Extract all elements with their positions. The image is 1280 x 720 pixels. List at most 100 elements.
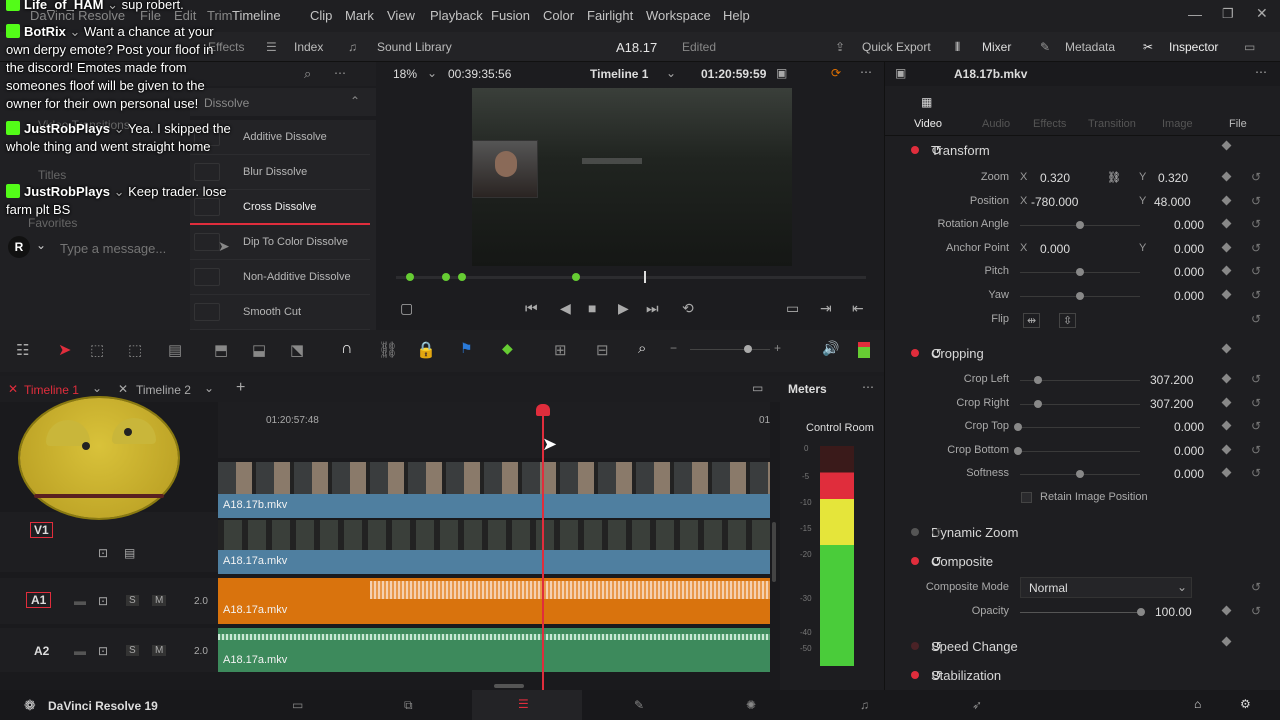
tab-file[interactable]: File	[1229, 118, 1247, 130]
send-icon[interactable]: ➤	[218, 238, 230, 255]
track-label-a2[interactable]: A2	[34, 644, 49, 658]
horizontal-scrollbar[interactable]	[494, 684, 524, 688]
tab-video[interactable]: Video	[914, 118, 942, 130]
marker-icon[interactable]	[406, 273, 414, 281]
timeline-ruler[interactable]: 01:20:57:48 01	[218, 402, 770, 458]
reset-icon[interactable]: ↺	[1251, 396, 1261, 410]
section-stabilization[interactable]: Stabilization ↺	[885, 661, 1271, 689]
more-icon[interactable]: ⋯	[860, 65, 872, 79]
zoom-x-field[interactable]: 0.320	[1040, 171, 1070, 185]
inspector-icon[interactable]: ✂	[1143, 40, 1153, 54]
marker-icon[interactable]: ◆	[502, 340, 513, 357]
section-cropping[interactable]: Cropping ↺	[885, 339, 1271, 367]
softness-field[interactable]: 0.000	[1174, 467, 1204, 481]
reset-icon[interactable]: ↺	[931, 143, 942, 159]
flag-icon[interactable]: ⚑	[460, 340, 473, 357]
reset-icon[interactable]: ↺	[1251, 604, 1261, 618]
reset-icon[interactable]: ↺	[1251, 264, 1261, 278]
chat-input[interactable]	[60, 237, 236, 259]
reset-icon[interactable]: ↺	[1251, 372, 1261, 386]
reset-icon[interactable]: ↺	[1251, 241, 1261, 255]
index-button[interactable]: Index	[294, 40, 323, 54]
rotation-slider[interactable]	[1076, 221, 1084, 229]
zoom-detail-icon[interactable]: ⊟	[596, 341, 609, 359]
position-x-field[interactable]: -780.000	[1031, 195, 1078, 209]
reset-icon[interactable]: ↺	[1251, 194, 1261, 208]
opacity-field[interactable]: 100.00	[1155, 605, 1192, 619]
export-icon[interactable]: ⇪	[835, 40, 845, 54]
zoom-full-icon[interactable]: ⊞	[554, 341, 567, 359]
keyframe-icon[interactable]	[1221, 218, 1232, 229]
section-composite[interactable]: Composite ↺	[885, 547, 1271, 575]
zoom-level[interactable]: 18%	[393, 67, 417, 81]
keyframe-icon[interactable]	[1221, 343, 1232, 354]
tab-audio[interactable]: Audio	[982, 118, 1010, 130]
softness-slider[interactable]	[1076, 470, 1084, 478]
color-page-icon[interactable]: ✺	[746, 698, 756, 712]
crop-left-field[interactable]: 307.200	[1150, 373, 1193, 387]
chevron-down-icon[interactable]: ⌄	[204, 381, 214, 395]
link-icon[interactable]: ⛓	[1107, 171, 1121, 184]
menu-mark[interactable]: Mark	[345, 8, 374, 23]
anchor-x-field[interactable]: 0.000	[1040, 242, 1070, 256]
menu-playback[interactable]: Playback	[430, 8, 483, 23]
enable-dot-icon[interactable]	[911, 349, 919, 357]
reset-icon[interactable]: ↺	[931, 554, 942, 570]
search-icon[interactable]: ⌕	[304, 66, 311, 82]
snapping-icon[interactable]: ∩	[341, 340, 353, 358]
position-y-field[interactable]: 48.000	[1154, 195, 1191, 209]
track-lock-icon[interactable]: ▬	[74, 644, 86, 658]
sync-icon[interactable]: ⟳	[831, 66, 841, 80]
skip-to-end-icon[interactable]: ⏭	[646, 300, 659, 317]
insert-icon[interactable]: ⬒	[214, 341, 228, 359]
selection-tool-icon[interactable]: ➤	[58, 340, 71, 360]
media-page-icon[interactable]: ▭	[292, 698, 303, 712]
track-visibility-icon[interactable]: ▤	[124, 546, 135, 560]
marker-icon[interactable]	[458, 273, 466, 281]
tab-timeline-1[interactable]: Timeline 1	[24, 383, 79, 397]
inspector-button[interactable]: Inspector	[1169, 40, 1218, 54]
reset-icon[interactable]: ↺	[1251, 580, 1261, 594]
zoom-custom-icon[interactable]: ⌕	[638, 340, 646, 357]
enable-dot-icon[interactable]	[911, 671, 919, 679]
safe-area-icon[interactable]: ▢	[400, 300, 413, 317]
solo-button[interactable]: S	[126, 595, 139, 606]
chevron-down-icon[interactable]: ⌄	[427, 66, 437, 80]
clip-a1[interactable]: A18.17a.mkv	[218, 578, 770, 624]
timeline-zoom-slider[interactable]	[690, 349, 770, 350]
mixer-button[interactable]: Mixer	[982, 40, 1011, 54]
crop-right-field[interactable]: 307.200	[1150, 397, 1193, 411]
mixer-icon[interactable]: ⫴	[955, 40, 960, 55]
effect-smooth-cut[interactable]: Smooth Cut	[190, 295, 370, 330]
crop-bottom-field[interactable]: 0.000	[1174, 444, 1204, 458]
skip-to-start-icon[interactable]: ⏮	[525, 300, 538, 317]
keyframe-icon[interactable]	[1221, 195, 1232, 206]
quick-export-button[interactable]: Quick Export	[862, 40, 931, 54]
sound-library-icon[interactable]: ♫	[348, 40, 357, 54]
reset-icon[interactable]: ↺	[1251, 419, 1261, 433]
track-label-a1[interactable]: A1	[26, 592, 52, 608]
yaw-slider[interactable]	[1076, 292, 1084, 300]
tab-timeline-2[interactable]: Timeline 2	[136, 383, 191, 397]
reset-icon[interactable]: ↺	[1251, 217, 1261, 231]
deliver-page-icon[interactable]: ➶	[972, 698, 982, 712]
edit-page-icon[interactable]: ☰	[518, 697, 529, 711]
section-speed-change[interactable]: Speed Change ↺	[885, 632, 1271, 660]
crop-left-slider[interactable]	[1034, 376, 1042, 384]
menu-fairlight[interactable]: Fairlight	[587, 8, 633, 23]
enable-dot-icon[interactable]	[911, 557, 919, 565]
close-tab-icon[interactable]: ✕	[118, 382, 128, 396]
speaker-icon[interactable]: 🔊	[822, 340, 839, 357]
dynamic-trim-icon[interactable]: ⬚	[128, 341, 142, 359]
more-icon[interactable]: ⋯	[862, 380, 874, 394]
zoom-slider-knob[interactable]	[744, 345, 752, 353]
menu-clip[interactable]: Clip	[310, 8, 332, 23]
zoom-out-icon[interactable]: −	[670, 341, 677, 355]
track-label-v1[interactable]: V1	[30, 522, 53, 538]
keyframe-icon[interactable]	[1221, 289, 1232, 300]
track-visibility-icon[interactable]: ⊡	[98, 644, 108, 658]
enable-dot-icon[interactable]	[911, 642, 919, 650]
overwrite-icon[interactable]: ⬓	[252, 341, 266, 359]
opacity-slider[interactable]	[1137, 608, 1145, 616]
blade-tool-icon[interactable]: ▤	[168, 341, 182, 359]
